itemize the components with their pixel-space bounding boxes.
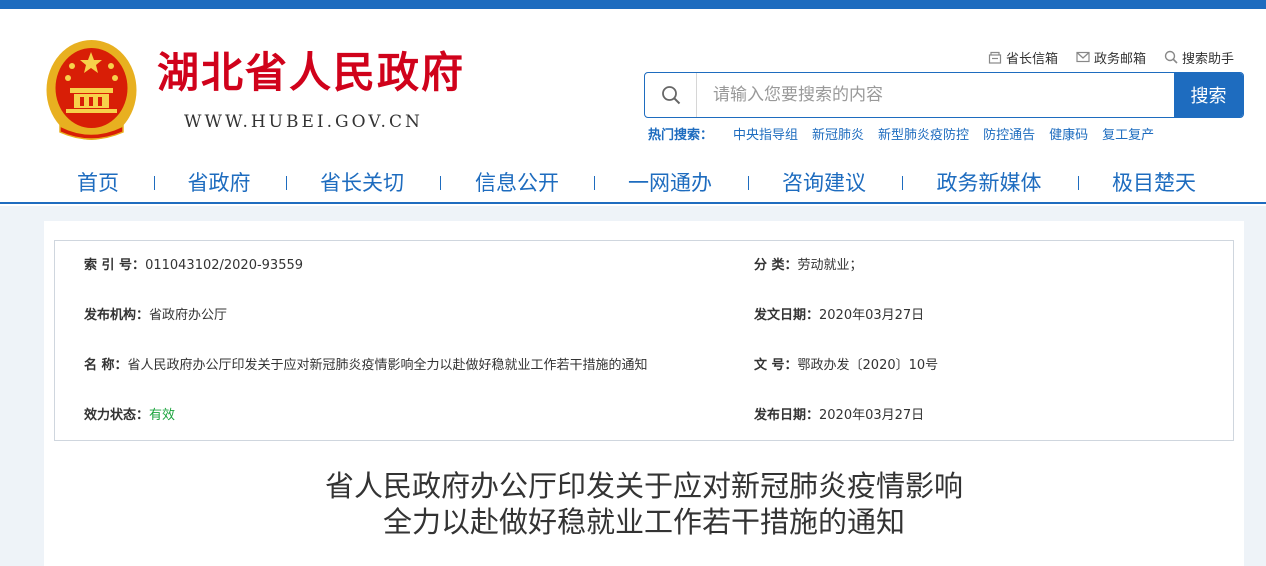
meta-name-label: 名 称： — [84, 358, 128, 373]
site-url: WWW.HUBEI.GOV.CN — [184, 112, 423, 132]
governor-mailbox-link[interactable]: 省长信箱 — [988, 48, 1059, 67]
meta-issue-date: 发文日期：2020年03月27日 — [754, 307, 924, 325]
meta-publish-date: 发布日期：2020年03月27日 — [754, 407, 924, 425]
search-assistant-link[interactable]: 搜索助手 — [1164, 48, 1235, 67]
search-field-icon-cell — [645, 73, 697, 117]
nav-separator — [440, 176, 441, 190]
nav-separator — [594, 176, 595, 190]
meta-issue-date-value: 2020年03月27日 — [819, 308, 925, 323]
nav-item-jimu-chutian[interactable]: 极目楚天 — [1112, 168, 1196, 198]
meta-category-value: 劳动就业； — [797, 258, 863, 273]
nav-item-governor-concerns[interactable]: 省长关切 — [320, 168, 404, 198]
nav-separator — [902, 176, 903, 190]
nav-item-online-services[interactable]: 一网通办 — [628, 168, 712, 198]
search-button[interactable]: 搜索 — [1174, 73, 1243, 117]
meta-doc-number-value: 鄂政办发〔2020〕10号 — [797, 358, 939, 373]
meta-issuer-label: 发布机构： — [84, 308, 150, 323]
top-bar — [0, 0, 1266, 9]
envelope-icon — [1076, 51, 1090, 63]
meta-publish-date-value: 2020年03月27日 — [819, 408, 925, 423]
hot-search-link[interactable]: 新型肺炎疫防控 — [878, 124, 969, 143]
meta-name-value: 省人民政府办公厅印发关于应对新冠肺炎疫情影响全力以赴做好稳就业工作若干措施的通知 — [127, 358, 648, 373]
meta-issue-date-label: 发文日期： — [754, 308, 820, 323]
meta-index: 索 引 号：011043102/2020-93559 — [84, 257, 303, 275]
meta-category: 分 类：劳动就业； — [754, 257, 863, 275]
nav-separator — [154, 176, 155, 190]
meta-publish-date-label: 发布日期： — [754, 408, 820, 423]
hot-search-link[interactable]: 防控通告 — [983, 124, 1035, 143]
nav-separator — [748, 176, 749, 190]
governor-mailbox-label: 省长信箱 — [1006, 51, 1059, 67]
national-emblem-icon — [46, 40, 137, 140]
document-title-line-1: 省人民政府办公厅印发关于应对新冠肺炎疫情影响 — [324, 469, 963, 503]
meta-issuer-value: 省政府办公厅 — [149, 308, 228, 323]
main-nav: 首页 省政府 省长关切 信息公开 一网通办 咨询建议 政务新媒体 极目楚天 — [0, 160, 1266, 204]
hot-search-link[interactable]: 中央指导组 — [733, 124, 798, 143]
meta-name: 名 称：省人民政府办公厅印发关于应对新冠肺炎疫情影响全力以赴做好稳就业工作若干措… — [84, 357, 648, 375]
meta-doc-number-label: 文 号： — [754, 358, 798, 373]
hot-search-link[interactable]: 复工复产 — [1102, 124, 1154, 143]
nav-item-home[interactable]: 首页 — [77, 168, 119, 198]
search-icon — [1164, 50, 1178, 64]
hot-search: 热门搜索： 中央指导组 新冠肺炎 新型肺炎疫防控 防控通告 健康码 复工复产 — [648, 124, 1168, 143]
search-input[interactable] — [697, 73, 1174, 117]
nav-item-consultation[interactable]: 咨询建议 — [782, 168, 866, 198]
meta-status: 效力状态：有效 — [84, 407, 175, 425]
document-title-line-2: 全力以赴做好稳就业工作若干措施的通知 — [382, 505, 905, 539]
meta-status-label: 效力状态： — [84, 408, 150, 423]
nav-item-information-disclosure[interactable]: 信息公开 — [475, 168, 559, 198]
meta-index-label: 索 引 号： — [84, 258, 146, 273]
hot-search-label: 热门搜索： — [648, 127, 714, 143]
meta-index-value: 011043102/2020-93559 — [145, 258, 304, 273]
meta-category-label: 分 类： — [754, 258, 798, 273]
meta-issuer: 发布机构：省政府办公厅 — [84, 307, 227, 325]
nav-separator — [286, 176, 287, 190]
gov-email-label: 政务邮箱 — [1094, 51, 1147, 67]
gov-email-link[interactable]: 政务邮箱 — [1076, 48, 1147, 67]
nav-item-new-media[interactable]: 政务新媒体 — [937, 168, 1042, 198]
search-icon — [661, 86, 680, 105]
search-assistant-label: 搜索助手 — [1182, 51, 1235, 67]
meta-status-value: 有效 — [149, 408, 176, 423]
mailbox-icon — [988, 51, 1002, 64]
nav-item-provincial-government[interactable]: 省政府 — [188, 168, 251, 198]
search-box: 搜索 — [644, 72, 1244, 118]
nav-separator — [1078, 176, 1079, 190]
meta-doc-number: 文 号：鄂政办发〔2020〕10号 — [754, 357, 938, 375]
site-title[interactable]: 湖北省人民政府 — [157, 52, 465, 94]
hot-search-link[interactable]: 健康码 — [1049, 124, 1088, 143]
hot-search-link[interactable]: 新冠肺炎 — [812, 124, 864, 143]
